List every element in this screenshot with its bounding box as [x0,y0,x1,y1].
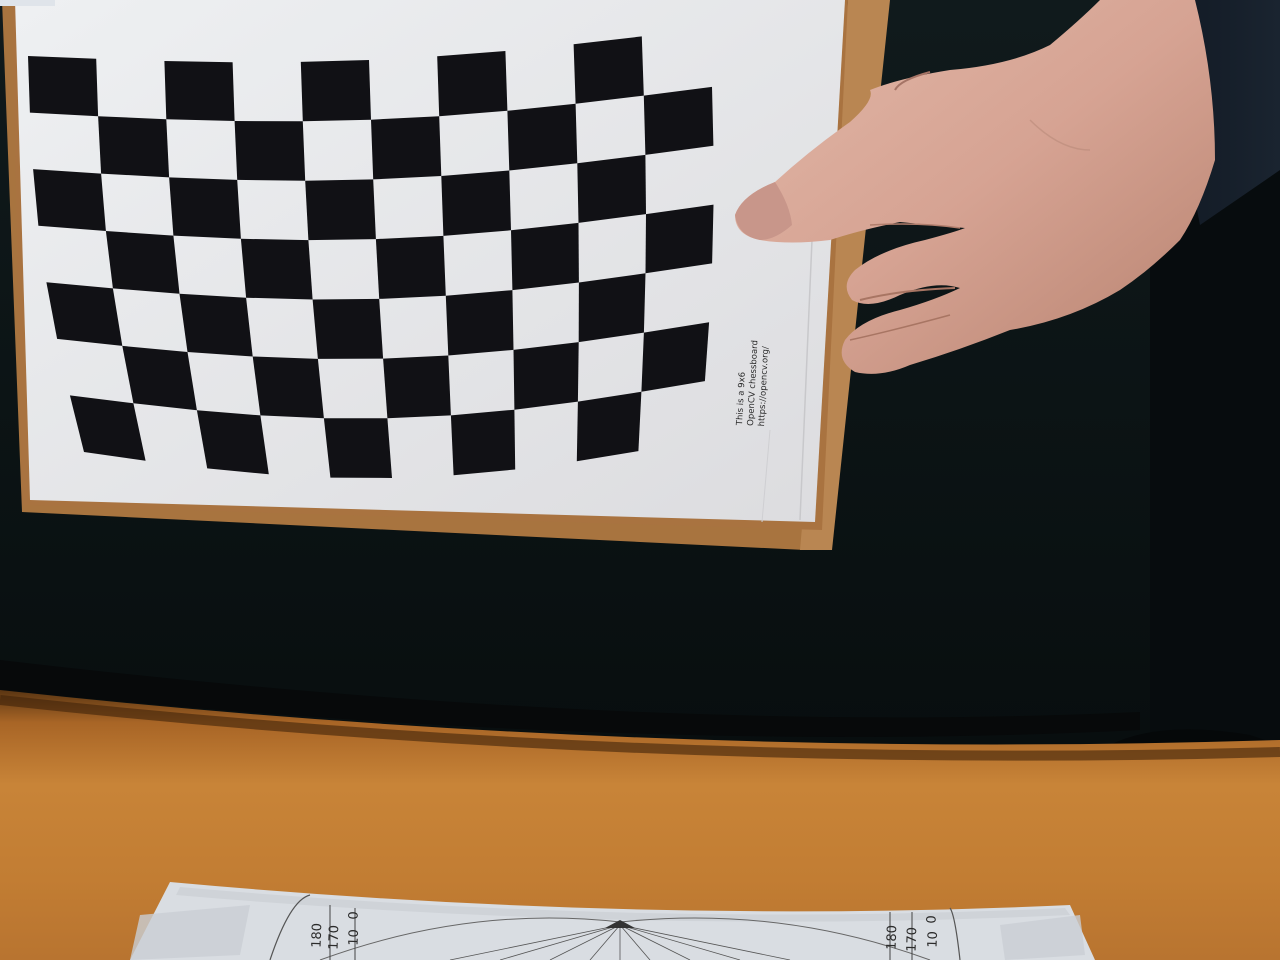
checker-square [164,61,235,121]
checker-square [507,103,578,171]
checker-square [573,36,644,104]
scene-drawing [0,0,1280,960]
checker-square [122,345,197,411]
checker-square [196,410,269,475]
dark-shelf [1150,170,1280,760]
checker-square [33,169,106,231]
checker-square [28,56,99,117]
checker-square [300,60,371,122]
protractor-label-left-180: 180 [309,922,326,949]
checker-square [240,238,313,300]
checker-square [445,290,514,356]
checker-square [645,204,714,274]
checker-square [437,51,508,117]
checker-square [513,342,579,410]
checker-square [371,116,442,180]
checker-square [98,116,170,178]
checker-square [234,121,306,181]
checker-square [312,298,384,359]
checker-square [375,235,446,299]
checker-square [305,179,376,241]
checker-square [105,231,180,294]
protractor-label-right-10: 10 [925,930,942,949]
checker-square [383,355,451,419]
checker-square [641,322,710,392]
photo-scene: This is a 9x6 OpenCV chessboard https://… [0,0,1280,960]
protractor-label-left-0: 0 [346,911,362,920]
protractor-label-left-10: 10 [346,928,363,947]
checker-square [441,170,511,236]
checker-square [578,273,646,343]
checker-square [169,177,241,239]
checker-square [323,418,392,478]
checker-square [643,86,714,155]
checker-square [511,222,579,291]
checker-square [576,391,642,462]
checker-square [252,356,324,419]
protractor-label-left-170: 170 [326,924,343,951]
protractor-label-right-170: 170 [904,926,921,953]
protractor-label-right-180: 180 [884,924,901,951]
checker-square [46,282,123,346]
chessboard-caption: This is a 9x6 OpenCV chessboard https://… [735,339,772,427]
checker-square [450,409,516,476]
checker-square [179,293,253,357]
protractor-label-right-0: 0 [924,915,940,924]
checker-square [577,154,646,223]
